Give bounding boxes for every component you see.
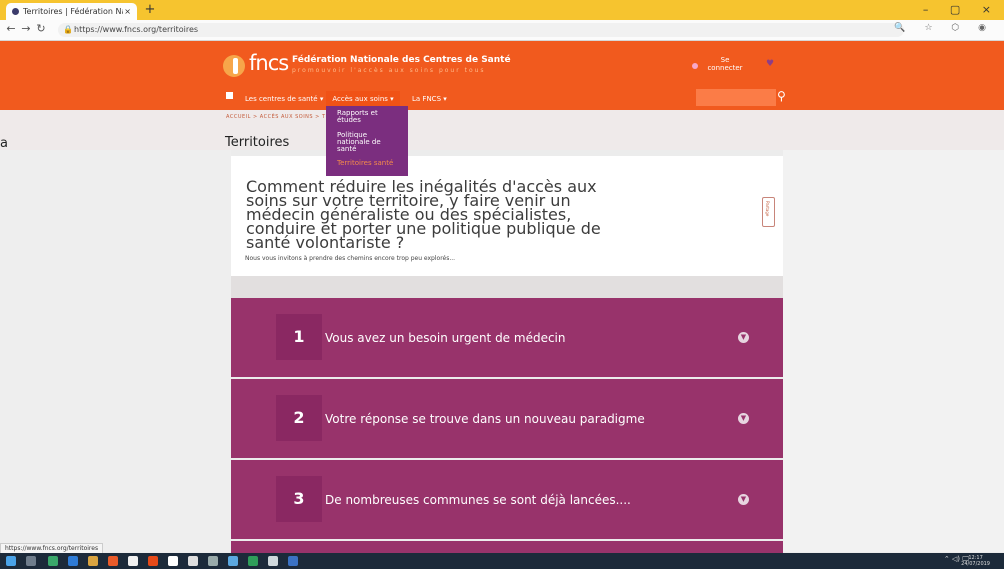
left-background bbox=[0, 150, 231, 552]
paint-icon[interactable] bbox=[208, 556, 218, 566]
browser-toolbar-icons[interactable]: 🔍 ☆ ⬡ ◉ bbox=[894, 23, 994, 33]
accordion-label: Vous avez un besoin urgent de médecin bbox=[325, 331, 566, 345]
nav-la-fncs[interactable]: La FNCS ▾ bbox=[412, 91, 447, 107]
share-tab-label: Partage bbox=[765, 201, 770, 217]
right-background bbox=[783, 150, 1004, 552]
back-icon[interactable]: ← bbox=[5, 22, 17, 35]
acces-aux-soins-menu: Rapports et études Politique nationale d… bbox=[326, 106, 408, 176]
intro-question: Comment réduire les inégalités d'accès a… bbox=[246, 177, 601, 252]
mail-icon[interactable] bbox=[188, 556, 198, 566]
login-link[interactable]: Se connecter bbox=[705, 56, 745, 72]
site-header bbox=[0, 41, 1004, 110]
accordion-item-4[interactable] bbox=[231, 541, 783, 553]
intro-subtitle: Nous vous invitons à prendre des chemins… bbox=[245, 255, 456, 262]
edge-icon[interactable] bbox=[68, 556, 78, 566]
nav-acces-aux-soins[interactable]: Accès aux soins ▾ bbox=[326, 91, 400, 107]
bag-icon[interactable] bbox=[168, 556, 178, 566]
logo-text[interactable]: fncs bbox=[249, 51, 289, 75]
org-tagline: promouvoir l'accès aux soins pour tous bbox=[292, 67, 486, 74]
accordion-number: 3 bbox=[276, 476, 322, 522]
excel-icon[interactable] bbox=[248, 556, 258, 566]
url-text: https://www.fncs.org/territoires bbox=[74, 25, 199, 34]
clock[interactable]: 12:17 24/07/2019 bbox=[961, 555, 990, 567]
reload-icon[interactable]: ↻ bbox=[35, 22, 47, 35]
lock-icon: 🔒 bbox=[63, 25, 73, 34]
explorer-icon[interactable] bbox=[88, 556, 98, 566]
home-icon[interactable] bbox=[226, 92, 233, 99]
menu-item-territoires[interactable]: Territoires santé bbox=[337, 160, 397, 167]
nav-centres-de-sante[interactable]: Les centres de santé ▾ bbox=[245, 91, 323, 107]
tab-title: Territoires | Fédération Nationale bbox=[23, 7, 123, 16]
search-icon[interactable]: ⚲ bbox=[777, 89, 786, 103]
chrome-icon[interactable] bbox=[108, 556, 118, 566]
org-name: Fédération Nationale des Centres de Sant… bbox=[292, 55, 511, 65]
accordion-label: De nombreuses communes se sont déjà lanc… bbox=[325, 493, 631, 507]
firefox-icon[interactable] bbox=[148, 556, 158, 566]
tab-close-icon[interactable]: × bbox=[124, 3, 131, 20]
user-icon[interactable] bbox=[692, 63, 698, 69]
heart-icon[interactable]: ♥ bbox=[766, 59, 774, 69]
search-input[interactable] bbox=[696, 89, 776, 106]
start-icon[interactable] bbox=[6, 556, 16, 566]
chevron-down-icon[interactable]: ▼ bbox=[738, 413, 749, 424]
photos-icon[interactable] bbox=[268, 556, 278, 566]
fncs-logo-icon[interactable] bbox=[223, 55, 245, 77]
menu-item-rapports[interactable]: Rapports et études bbox=[337, 110, 397, 124]
accordion-item-1[interactable]: 1 Vous avez un besoin urgent de médecin … bbox=[231, 298, 783, 377]
accordion-item-2[interactable]: 2 Votre réponse se trouve dans un nouvea… bbox=[231, 379, 783, 458]
store-icon[interactable] bbox=[48, 556, 58, 566]
new-tab-button[interactable]: + bbox=[143, 3, 157, 17]
breadcrumb[interactable]: ACCUEIL > ACCÈS AUX SOINS > TER bbox=[226, 114, 333, 120]
windows-taskbar bbox=[0, 553, 1004, 569]
page-title: Territoires bbox=[225, 135, 290, 150]
chevron-down-icon[interactable]: ▼ bbox=[738, 494, 749, 505]
accordion-label: Votre réponse se trouve dans un nouveau … bbox=[325, 412, 645, 426]
browser-tab[interactable]: Territoires | Fédération Nationale × bbox=[6, 3, 137, 20]
clipped-text: a bbox=[0, 136, 8, 151]
window-controls[interactable]: – ▢ × bbox=[923, 3, 1000, 16]
app-icon[interactable] bbox=[228, 556, 238, 566]
document-icon[interactable] bbox=[128, 556, 138, 566]
accordion-number: 2 bbox=[276, 395, 322, 441]
chevron-down-icon[interactable]: ▼ bbox=[738, 332, 749, 343]
accordion-number: 1 bbox=[276, 314, 322, 360]
word-icon[interactable] bbox=[288, 556, 298, 566]
task-view-icon[interactable] bbox=[26, 556, 36, 566]
accordion-item-3[interactable]: 3 De nombreuses communes se sont déjà la… bbox=[231, 460, 783, 539]
share-tab[interactable]: Partage bbox=[762, 197, 775, 227]
favicon-icon bbox=[12, 8, 19, 15]
forward-icon[interactable]: → bbox=[20, 22, 32, 35]
title-band bbox=[0, 110, 1004, 150]
separator-band bbox=[231, 276, 783, 298]
clock-date: 24/07/2019 bbox=[961, 561, 990, 567]
menu-item-politique[interactable]: Politique nationale de santé bbox=[337, 132, 397, 153]
url-input[interactable]: 🔒 https://www.fncs.org/territoires bbox=[58, 23, 904, 37]
